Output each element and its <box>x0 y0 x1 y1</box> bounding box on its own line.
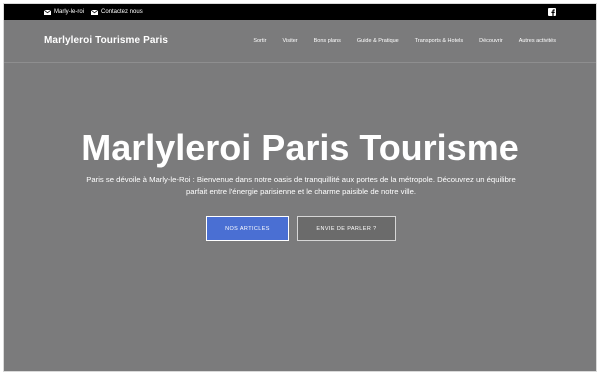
nav-item-sortir[interactable]: Sortir <box>253 38 266 44</box>
nav-item-autres-activites[interactable]: Autres activités <box>519 38 556 44</box>
nav-item-decouvrir[interactable]: Découvrir <box>479 38 503 44</box>
nav-item-guide-pratique[interactable]: Guide & Pratique <box>357 38 399 44</box>
contact-button[interactable]: ENVIE DE PARLER ? <box>297 216 396 241</box>
articles-button[interactable]: NOS ARTICLES <box>206 216 289 241</box>
page-frame: Marly-le-roi Contactez nous Marlyleroi T… <box>3 3 597 372</box>
top-bar: Marly-le-roi Contactez nous <box>4 4 596 20</box>
hero-section: Marlyleroi Tourisme Paris Sortir Visiter… <box>4 20 596 371</box>
main-navbar: Marlyleroi Tourisme Paris Sortir Visiter… <box>4 20 596 63</box>
hero-title: Marlyleroi Paris Tourisme <box>81 127 519 168</box>
contact-location[interactable]: Marly-le-roi <box>44 4 84 20</box>
contact-link[interactable]: Contactez nous <box>91 4 143 20</box>
nav-item-transports-hotels[interactable]: Transports & Hotels <box>415 38 463 44</box>
contact-link-label: Contactez nous <box>101 9 143 15</box>
envelope-icon <box>91 9 98 15</box>
facebook-icon[interactable] <box>548 8 556 16</box>
hero-lead: Paris se dévoile à Marly-le-Roi : Bienve… <box>86 175 516 196</box>
site-brand[interactable]: Marlyleroi Tourisme Paris <box>44 35 168 46</box>
nav-item-bons-plans[interactable]: Bons plans <box>314 38 341 44</box>
nav-item-visiter[interactable]: Visiter <box>282 38 297 44</box>
envelope-icon <box>44 9 51 15</box>
nav-menu: Sortir Visiter Bons plans Guide & Pratiq… <box>237 38 556 44</box>
contact-location-label: Marly-le-roi <box>54 9 84 15</box>
